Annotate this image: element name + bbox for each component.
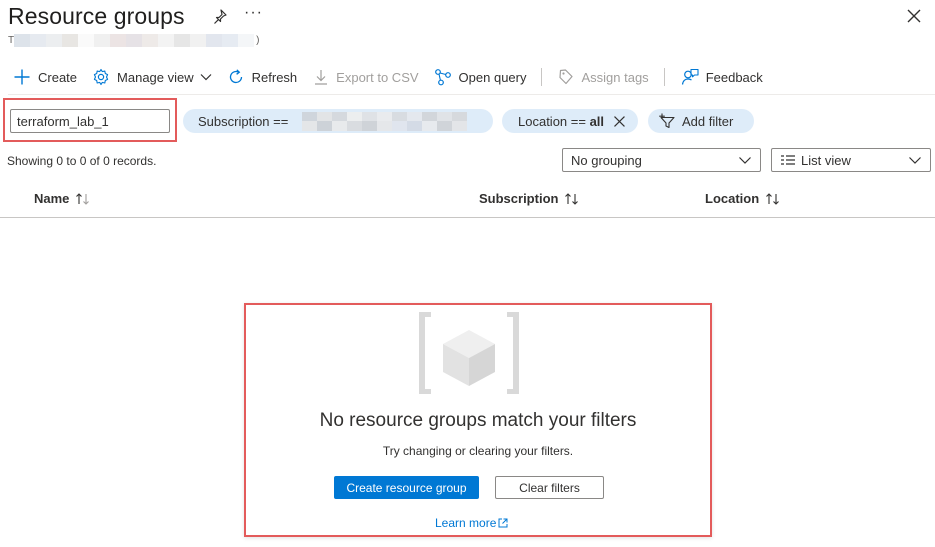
create-resource-group-button[interactable]: Create resource group <box>334 476 479 499</box>
export-csv-button[interactable]: Export to CSV <box>313 62 419 92</box>
add-filter-label: Add filter <box>682 113 734 129</box>
create-button[interactable]: Create <box>13 62 77 92</box>
column-header-location[interactable]: Location <box>705 191 781 206</box>
filter-add-icon <box>659 113 675 129</box>
learn-more-link[interactable]: Learn more <box>435 516 508 530</box>
refresh-button[interactable]: Refresh <box>227 62 298 92</box>
chevron-down-icon <box>739 157 751 164</box>
gear-icon <box>93 68 109 86</box>
redacted-subscription <box>302 111 468 131</box>
toolbar-divider <box>541 68 543 86</box>
assign-tags-label: Assign tags <box>581 69 649 85</box>
plus-icon <box>14 69 30 85</box>
feedback-icon <box>681 68 699 85</box>
resource-group-icon <box>419 311 519 395</box>
command-bar: Create Manage view Refresh Export to CSV… <box>0 62 935 92</box>
query-icon <box>434 69 451 86</box>
manage-view-label: Manage view <box>117 69 194 85</box>
location-filter-label: Location == <box>518 113 586 129</box>
grouping-dropdown[interactable]: No grouping <box>562 148 761 172</box>
view-dropdown[interactable]: List view <box>771 148 931 172</box>
sort-icon <box>76 192 90 205</box>
page-subtitle: T ) <box>8 33 259 47</box>
toolbar-divider-line <box>8 94 935 95</box>
feedback-button[interactable]: Feedback <box>681 62 763 92</box>
assign-tags-button[interactable]: Assign tags <box>558 62 649 92</box>
chevron-down-icon <box>909 157 921 164</box>
grouping-selected: No grouping <box>571 152 642 168</box>
open-query-button[interactable]: Open query <box>434 62 527 92</box>
feedback-label: Feedback <box>705 69 763 85</box>
subscription-filter-label: Subscription == <box>198 113 289 129</box>
column-header-name[interactable]: Name <box>34 191 91 206</box>
more-icon[interactable]: ··· <box>244 4 263 22</box>
column-header-label: Name <box>34 191 70 206</box>
empty-state-title: No resource groups match your filters <box>319 410 637 431</box>
download-icon <box>315 70 328 85</box>
subscription-filter-pill[interactable]: Subscription == <box>183 109 493 133</box>
refresh-label: Refresh <box>251 69 298 85</box>
list-icon <box>781 155 795 165</box>
redacted-text <box>14 33 255 47</box>
refresh-icon <box>229 69 242 84</box>
column-header-subscription[interactable]: Subscription <box>479 191 580 206</box>
filter-search-input[interactable] <box>10 109 170 133</box>
close-icon[interactable] <box>613 115 626 128</box>
empty-state-subtitle: Try changing or clearing your filters. <box>382 444 574 458</box>
sort-icon <box>766 192 780 205</box>
column-header-label: Location <box>705 191 760 206</box>
pin-icon[interactable] <box>212 8 228 26</box>
export-csv-label: Export to CSV <box>336 69 419 85</box>
learn-more-label: Learn more <box>435 516 497 530</box>
close-icon[interactable] <box>904 6 924 26</box>
header-divider-line <box>0 217 935 218</box>
sort-icon <box>565 192 579 205</box>
subtitle-suffix: ) <box>256 34 260 46</box>
add-filter-button[interactable]: Add filter <box>648 109 754 133</box>
external-link-icon <box>498 518 508 528</box>
chevron-down-icon <box>200 74 212 81</box>
location-filter-pill[interactable]: Location == all <box>502 109 638 133</box>
page-title: Resource groups <box>8 3 185 29</box>
toolbar-divider <box>663 68 665 86</box>
records-count: Showing 0 to 0 of 0 records. <box>7 154 157 168</box>
location-filter-value: all <box>589 113 605 129</box>
create-label: Create <box>38 69 78 85</box>
column-header-label: Subscription <box>479 191 559 206</box>
clear-filters-button[interactable]: Clear filters <box>495 476 604 499</box>
tag-icon <box>559 69 574 85</box>
open-query-label: Open query <box>458 69 527 85</box>
manage-view-button[interactable]: Manage view <box>92 62 212 92</box>
view-selected: List view <box>801 152 851 168</box>
